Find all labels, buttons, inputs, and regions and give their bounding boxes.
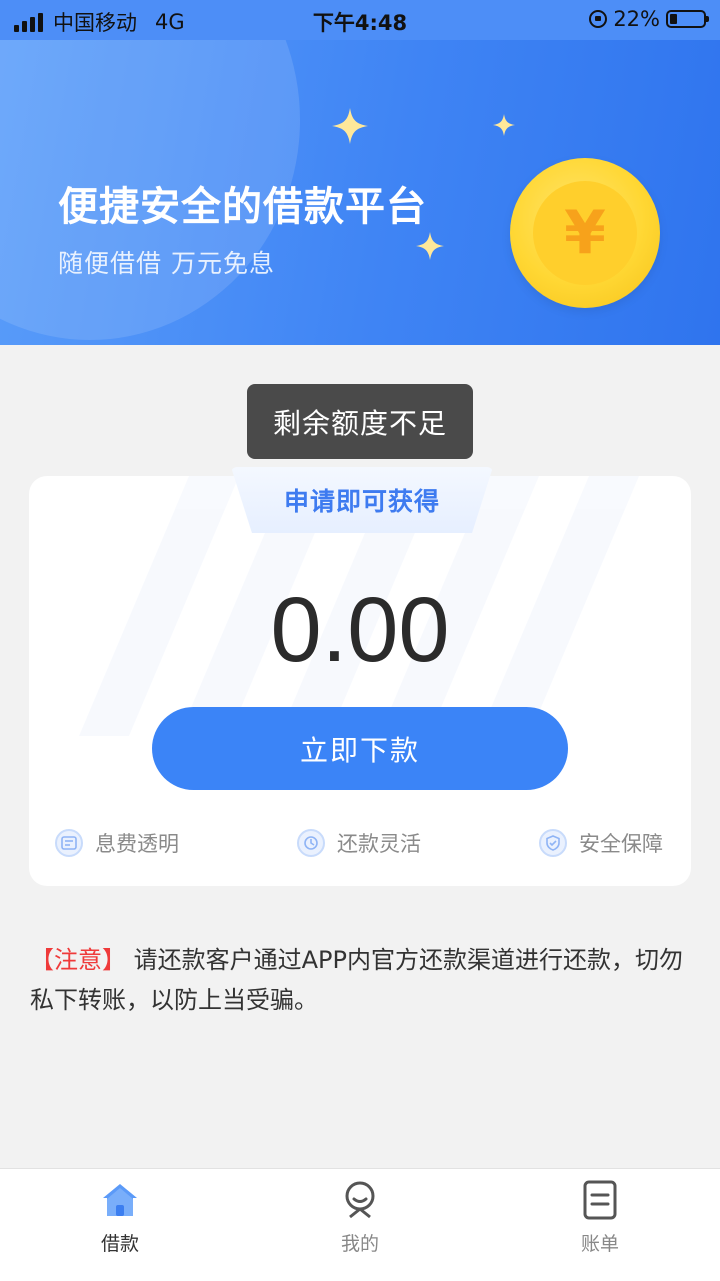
bottom-navigation: 借款 我的 账单 [0, 1168, 720, 1281]
battery-percent: 22% [613, 7, 660, 31]
borrow-now-button[interactable]: 立即下款 [152, 707, 568, 790]
feature-label: 息费透明 [95, 832, 179, 856]
notice-text: 【注意】 请还款客户通过APP内官方还款渠道进行还款，切勿私下转账，以防上当受骗… [30, 940, 690, 1020]
feature-transparent-fees: 息费透明 [55, 828, 179, 858]
feature-security: 安全保障 [539, 828, 663, 858]
rotation-lock-icon [589, 10, 608, 28]
nav-item-borrow[interactable]: 借款 [60, 1179, 180, 1256]
sparkle-icon [416, 232, 444, 260]
available-amount: 0.00 [270, 579, 450, 681]
sparkle-icon [332, 108, 368, 144]
nav-label: 账单 [580, 1233, 619, 1255]
repay-icon [297, 829, 325, 857]
nav-item-bill[interactable]: 账单 [540, 1179, 660, 1256]
feature-flexible-repayment: 还款灵活 [297, 828, 421, 858]
nav-item-mine[interactable]: 我的 [300, 1179, 420, 1256]
sparkle-icon [493, 114, 515, 136]
home-icon [103, 1184, 137, 1216]
nav-label: 我的 [340, 1233, 379, 1255]
fee-icon [55, 829, 83, 857]
status-right: 22% [589, 7, 709, 31]
battery-icon [666, 10, 709, 28]
banner-title: 便捷安全的借款平台 [58, 184, 427, 230]
nav-label: 借款 [100, 1233, 139, 1255]
card-label: 申请即可获得 [231, 467, 493, 533]
toast-message: 剩余额度不足 [247, 384, 473, 459]
banner-subtitle: 随便借借 万元免息 [58, 249, 275, 278]
shield-icon [539, 829, 567, 857]
hero-banner: 便捷安全的借款平台 随便借借 万元免息 ¥ [0, 40, 720, 345]
notice-body: 请还款客户通过APP内官方还款渠道进行还款，切勿私下转账，以防上当受骗。 [30, 946, 684, 1014]
yen-symbol: ¥ [564, 198, 606, 268]
notice-tag: 【注意】 [30, 946, 126, 974]
feature-label: 还款灵活 [337, 832, 421, 856]
bill-icon [583, 1180, 617, 1220]
profile-icon [345, 1181, 375, 1219]
coin-icon: ¥ [510, 158, 660, 308]
status-bar: 中国移动 4G 下午4:48 22% [0, 0, 720, 40]
feature-label: 安全保障 [579, 832, 663, 856]
